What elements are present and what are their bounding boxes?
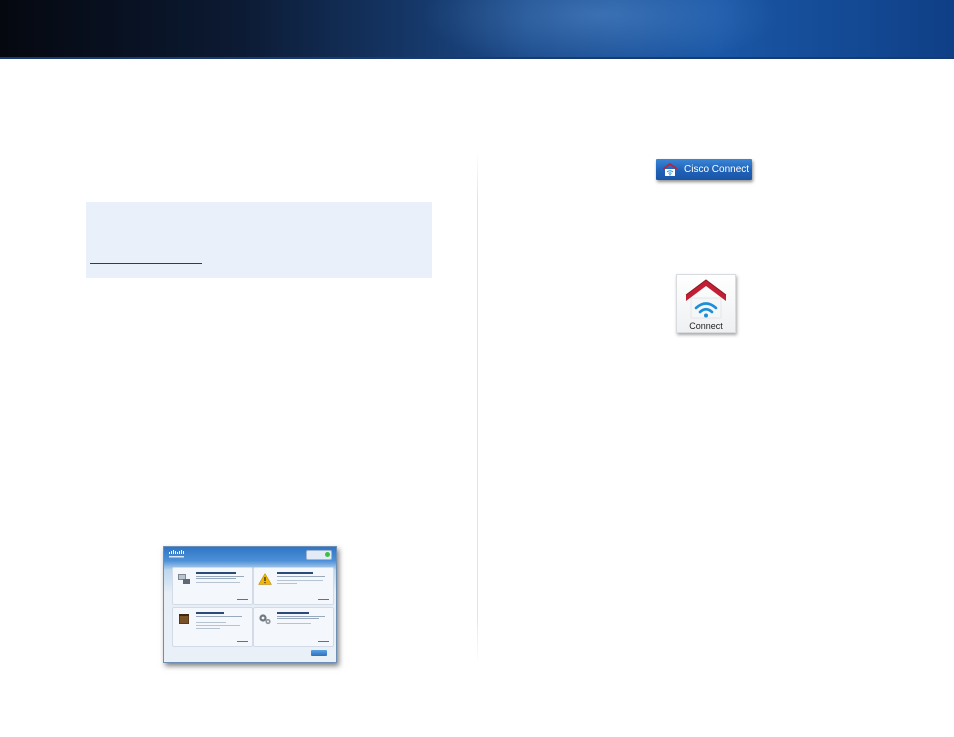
cisco-connect-house-icon [662,162,678,177]
router-settings-gear-icon [259,614,271,625]
window-status-indicator [306,550,332,560]
header-rule [0,57,954,59]
connect-app-label: Connect [689,321,723,331]
panel-parental-controls [253,567,334,605]
parental-controls-warning-icon [258,573,272,585]
cisco-connect-button-label: Cisco Connect [684,164,750,175]
panel-computers-devices [172,567,253,605]
connect-app-icon[interactable]: Connect [676,274,736,333]
panel-router-settings [253,607,334,647]
computers-devices-icon [178,574,190,584]
note-box [86,202,432,278]
header-banner [0,0,954,57]
guest-access-icon [179,614,189,624]
column-divider [477,150,478,665]
cisco-logo [168,550,186,560]
window-close-button [311,650,327,656]
cisco-connect-button[interactable]: Cisco Connect [656,159,752,180]
note-link-underline[interactable] [90,262,202,264]
cisco-connect-window-screenshot [163,546,337,663]
connect-house-wifi-icon [685,279,727,319]
panel-guest-access [172,607,253,647]
